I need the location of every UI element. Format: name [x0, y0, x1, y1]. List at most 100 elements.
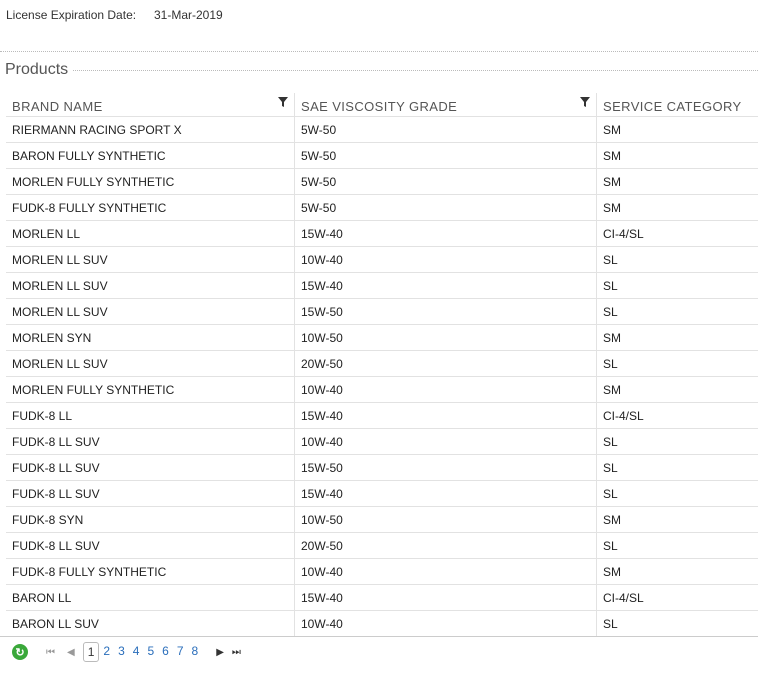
products-title-rule: [70, 70, 758, 71]
table-row[interactable]: FUDK-8 LL SUV 15W-50 SL: [6, 455, 758, 481]
service-category-cell: SL: [596, 247, 758, 272]
table-row[interactable]: FUDK-8 LL SUV 15W-40 SL: [6, 481, 758, 507]
brand-name-cell: BARON FULLY SYNTHETIC: [12, 148, 166, 163]
sae-viscosity-grade-cell: 15W-50: [294, 299, 596, 324]
table-row[interactable]: FUDK-8 FULLY SYNTHETIC 5W-50 SM: [6, 195, 758, 221]
license-expiration-label: License Expiration Date:: [6, 8, 137, 22]
table-row[interactable]: MORLEN FULLY SYNTHETIC 5W-50 SM: [6, 169, 758, 195]
table-row[interactable]: MORLEN SYN 10W-50 SM: [6, 325, 758, 351]
column-header-label: SAE VISCOSITY GRADE: [301, 99, 458, 114]
service-category-cell: SL: [596, 611, 758, 636]
brand-name-cell: MORLEN LL SUV: [12, 252, 108, 267]
service-category-cell: SM: [596, 169, 758, 194]
brand-name-cell: MORLEN LL SUV: [12, 356, 108, 371]
column-header-brand-name[interactable]: BRAND NAME: [6, 93, 294, 116]
service-category-cell: CI-4/SL: [596, 221, 758, 246]
service-category-cell: CI-4/SL: [596, 585, 758, 610]
service-category-cell: SL: [596, 455, 758, 480]
service-category-cell: SM: [596, 325, 758, 350]
service-category-cell: SM: [596, 377, 758, 402]
service-category-cell: SM: [596, 143, 758, 168]
service-category-cell: SM: [596, 559, 758, 584]
sae-viscosity-grade-cell: 15W-50: [294, 455, 596, 480]
sae-viscosity-grade-cell: 15W-40: [294, 585, 596, 610]
table-row[interactable]: MORLEN LL 15W-40 CI-4/SL: [6, 221, 758, 247]
brand-name-cell: RIERMANN RACING SPORT X: [12, 122, 182, 137]
brand-name-cell: MORLEN FULLY SYNTHETIC: [12, 382, 175, 397]
page-link-1[interactable]: 1: [82, 642, 100, 662]
brand-name-cell: FUDK-8 LL: [12, 408, 73, 423]
service-category-cell: SL: [596, 273, 758, 298]
sae-viscosity-grade-cell: 10W-40: [294, 429, 596, 454]
service-category-cell: SL: [596, 533, 758, 558]
sae-viscosity-grade-cell: 10W-40: [294, 247, 596, 272]
filter-icon[interactable]: [580, 97, 590, 107]
brand-name-cell: FUDK-8 LL SUV: [12, 460, 100, 475]
service-category-cell: SL: [596, 351, 758, 376]
page-link-6[interactable]: 6: [158, 642, 173, 662]
grid-body: RIERMANN RACING SPORT X 5W-50 SM BARON FULL…: [6, 117, 758, 637]
brand-name-cell: MORLEN LL SUV: [12, 278, 108, 293]
brand-name-cell: FUDK-8 SYN: [12, 512, 84, 527]
products-grid: BRAND NAME SAE VISCOSITY GRADE SERVICE C…: [6, 93, 758, 637]
sae-viscosity-grade-cell: 15W-40: [294, 403, 596, 428]
grid-header: BRAND NAME SAE VISCOSITY GRADE SERVICE C…: [6, 93, 758, 117]
table-row[interactable]: MORLEN LL SUV 20W-50 SL: [6, 351, 758, 377]
column-header-service-category[interactable]: SERVICE CATEGORY: [596, 93, 758, 116]
page-link-4[interactable]: 4: [129, 642, 144, 662]
page-link-2[interactable]: 2: [99, 642, 114, 662]
table-row[interactable]: MORLEN LL SUV 10W-40 SL: [6, 247, 758, 273]
brand-name-cell: FUDK-8 LL SUV: [12, 434, 100, 449]
brand-name-cell: FUDK-8 FULLY SYNTHETIC: [12, 200, 167, 215]
table-row[interactable]: FUDK-8 SYN 10W-50 SM: [6, 507, 758, 533]
brand-name-cell: MORLEN LL SUV: [12, 304, 108, 319]
page-link-5[interactable]: 5: [143, 642, 158, 662]
service-category-cell: SM: [596, 117, 758, 142]
sae-viscosity-grade-cell: 10W-50: [294, 507, 596, 532]
last-page-icon[interactable]: ⏭: [232, 647, 241, 658]
filter-icon[interactable]: [278, 97, 288, 107]
grid-pager: ↻ ⏮ ◀ 12345678 ▶ ⏭: [0, 636, 758, 667]
table-row[interactable]: MORLEN LL SUV 15W-40 SL: [6, 273, 758, 299]
license-info: License Expiration Date: 31-Mar-2019: [6, 8, 223, 22]
column-header-label: BRAND NAME: [12, 99, 103, 114]
table-row[interactable]: BARON FULLY SYNTHETIC 5W-50 SM: [6, 143, 758, 169]
service-category-cell: SL: [596, 429, 758, 454]
table-row[interactable]: FUDK-8 LL SUV 10W-40 SL: [6, 429, 758, 455]
page-link-3[interactable]: 3: [114, 642, 129, 662]
table-row[interactable]: FUDK-8 LL SUV 20W-50 SL: [6, 533, 758, 559]
brand-name-cell: MORLEN SYN: [12, 330, 92, 345]
section-divider: [0, 51, 758, 52]
sae-viscosity-grade-cell: 15W-40: [294, 273, 596, 298]
table-row[interactable]: BARON LL 15W-40 CI-4/SL: [6, 585, 758, 611]
table-row[interactable]: BARON LL SUV 10W-40 SL: [6, 611, 758, 637]
sae-viscosity-grade-cell: 15W-40: [294, 481, 596, 506]
table-row[interactable]: FUDK-8 LL 15W-40 CI-4/SL: [6, 403, 758, 429]
first-page-icon[interactable]: ⏮: [46, 647, 55, 658]
table-row[interactable]: RIERMANN RACING SPORT X 5W-50 SM: [6, 117, 758, 143]
sae-viscosity-grade-cell: 5W-50: [294, 117, 596, 142]
brand-name-cell: FUDK-8 LL SUV: [12, 486, 100, 501]
column-header-sae-viscosity-grade[interactable]: SAE VISCOSITY GRADE: [294, 93, 596, 116]
page-numbers: 12345678: [82, 642, 203, 662]
products-title: Products: [5, 61, 73, 79]
brand-name-cell: BARON LL SUV: [12, 616, 99, 631]
table-row[interactable]: MORLEN LL SUV 15W-50 SL: [6, 299, 758, 325]
next-page-icon[interactable]: ▶: [216, 647, 224, 658]
prev-page-icon[interactable]: ◀: [67, 647, 75, 658]
table-row[interactable]: MORLEN FULLY SYNTHETIC 10W-40 SM: [6, 377, 758, 403]
refresh-icon[interactable]: ↻: [12, 644, 28, 660]
service-category-cell: SL: [596, 299, 758, 324]
service-category-cell: SM: [596, 507, 758, 532]
license-expiration-value: 31-Mar-2019: [154, 8, 223, 22]
sae-viscosity-grade-cell: 10W-50: [294, 325, 596, 350]
sae-viscosity-grade-cell: 5W-50: [294, 143, 596, 168]
page-link-7[interactable]: 7: [173, 642, 188, 662]
brand-name-cell: MORLEN LL: [12, 226, 81, 241]
service-category-cell: CI-4/SL: [596, 403, 758, 428]
table-row[interactable]: FUDK-8 FULLY SYNTHETIC 10W-40 SM: [6, 559, 758, 585]
brand-name-cell: BARON LL: [12, 590, 72, 605]
sae-viscosity-grade-cell: 5W-50: [294, 169, 596, 194]
page-link-8[interactable]: 8: [188, 642, 203, 662]
brand-name-cell: FUDK-8 LL SUV: [12, 538, 100, 553]
